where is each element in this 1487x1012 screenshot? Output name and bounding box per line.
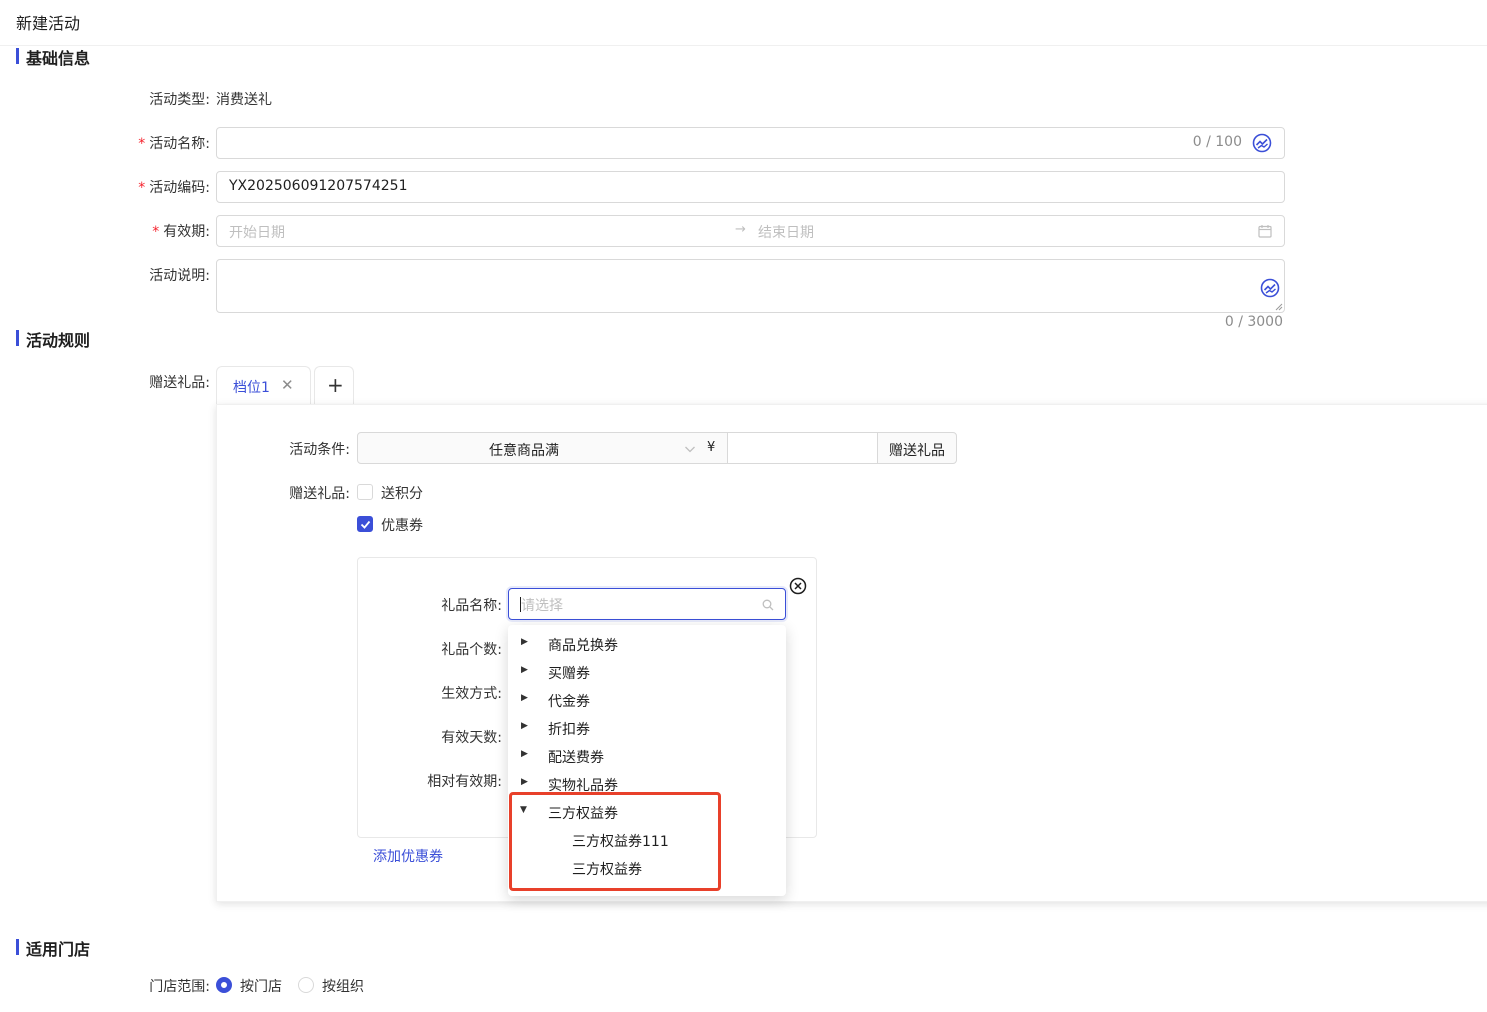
search-icon (762, 599, 774, 611)
remove-coupon-icon[interactable] (789, 577, 807, 595)
store-scope-label: 门店范围: (149, 979, 210, 995)
tab-tier-1-label: 档位1 (233, 380, 270, 396)
add-coupon-link[interactable]: 添加优惠券 (373, 846, 443, 866)
period-start-input[interactable]: 开始日期 (229, 222, 285, 242)
radio-by-org-label: 按组织 (322, 979, 364, 995)
caret-right-icon[interactable]: ▶ (521, 693, 528, 703)
tree-node[interactable]: ▶ 代金券 (508, 686, 786, 714)
activity-code-input[interactable]: YX202506091207574251 (216, 171, 1285, 203)
period-range-picker[interactable]: 开始日期 → 结束日期 (216, 215, 1285, 247)
chevron-down-icon (685, 446, 695, 453)
section-title-rules: 活动规则 (16, 327, 90, 351)
description-label: 活动说明: (149, 268, 210, 284)
tree-node[interactable]: ▶ 买赠券 (508, 658, 786, 686)
check-icon (360, 520, 371, 529)
tree-node[interactable]: ▶ 商品兑换券 (508, 630, 786, 658)
activity-type-value: 消费送礼 (216, 92, 272, 108)
tree-node-label: 折扣券 (548, 722, 590, 738)
period-end-input[interactable]: 结束日期 (758, 222, 814, 242)
tree-node-label: 代金券 (548, 694, 590, 710)
radio-by-org[interactable] (298, 977, 314, 993)
condition-select-value: 任意商品满 (489, 443, 559, 459)
activity-code-label: * 活动编码: (138, 180, 210, 196)
add-tab-button[interactable]: + (314, 366, 354, 404)
activity-name-input[interactable]: 0 / 100 (216, 127, 1285, 159)
radio-by-store-label: 按门店 (240, 979, 282, 995)
page-title: 新建活动 (16, 14, 81, 33)
activity-code-value: YX202506091207574251 (229, 178, 408, 194)
ai-assist-icon[interactable] (1252, 133, 1272, 153)
description-textarea[interactable] (216, 259, 1285, 313)
gift-name-label: 礼品名称: (441, 598, 502, 614)
tree-node[interactable]: ▶ 折扣券 (508, 714, 786, 742)
caret-right-icon[interactable]: ▶ (521, 665, 528, 675)
condition-suffix-label: 赠送礼品 (889, 443, 945, 459)
tree-node[interactable]: ▶ 配送费券 (508, 742, 786, 770)
currency-symbol: ¥ (707, 440, 716, 455)
tree-node-label: 配送费券 (548, 750, 604, 766)
condition-label: 活动条件: (289, 442, 350, 458)
activity-type-label: 活动类型: (149, 92, 210, 108)
range-arrow-icon: → (735, 222, 746, 237)
calendar-icon (1258, 225, 1272, 238)
caret-right-icon[interactable]: ▶ (521, 777, 528, 787)
valid-days-label: 有效天数: (441, 730, 502, 746)
caret-right-icon[interactable]: ▶ (521, 637, 528, 647)
condition-select[interactable]: 任意商品满 ¥ (357, 432, 728, 464)
gift-type-label: 赠送礼品: (289, 486, 350, 502)
activity-name-label: * 活动名称: (138, 136, 210, 152)
effect-mode-label: 生效方式: (441, 686, 502, 702)
gift-label: 赠送礼品: (149, 375, 210, 391)
coupon-label: 优惠券 (381, 518, 423, 534)
description-counter: 0 / 3000 (1224, 314, 1283, 330)
gift-name-select[interactable]: 请选择 (508, 588, 786, 620)
caret-right-icon[interactable]: ▶ (521, 721, 528, 731)
condition-suffix: 赠送礼品 (877, 432, 957, 464)
points-label: 送积分 (381, 486, 423, 502)
tree-node-label: 买赠券 (548, 666, 590, 682)
period-label: * 有效期: (152, 224, 210, 240)
activity-name-counter: 0 / 100 (1192, 134, 1242, 150)
caret-right-icon[interactable]: ▶ (521, 749, 528, 759)
condition-amount-input[interactable] (727, 432, 878, 464)
resize-handle-icon[interactable] (1275, 303, 1283, 311)
tree-node-label: 商品兑换券 (548, 638, 618, 654)
points-checkbox[interactable] (357, 484, 373, 500)
gift-count-label: 礼品个数: (441, 642, 502, 658)
section-title-basic: 基础信息 (16, 45, 90, 69)
radio-by-store[interactable] (216, 977, 232, 993)
highlight-box (509, 792, 721, 891)
relative-period-label: 相对有效期: (427, 774, 502, 790)
gift-name-placeholder: 请选择 (521, 598, 563, 614)
close-icon[interactable]: ✕ (281, 376, 294, 394)
header-divider (0, 45, 1487, 46)
plus-icon: + (327, 373, 344, 397)
tab-tier-1[interactable]: 档位1 ✕ (216, 366, 311, 406)
ai-assist-icon[interactable] (1260, 278, 1280, 298)
coupon-checkbox[interactable] (357, 516, 373, 532)
section-title-stores: 适用门店 (16, 936, 90, 960)
